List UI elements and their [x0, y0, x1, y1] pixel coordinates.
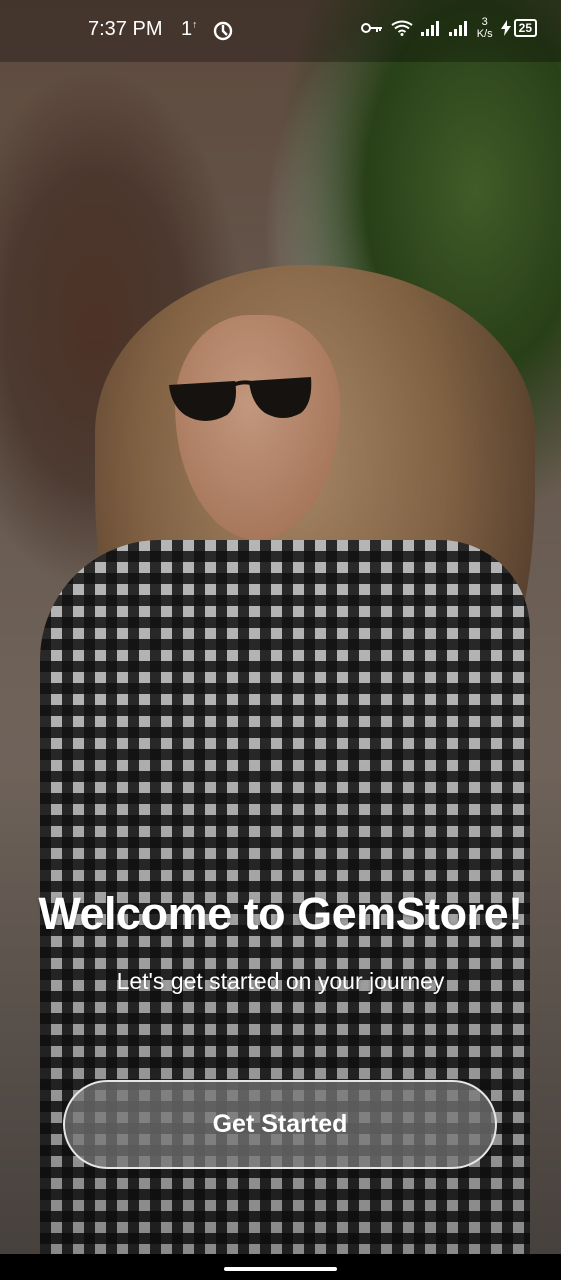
get-started-button[interactable]: Get Started	[63, 1080, 497, 1169]
battery-icon: 25	[513, 19, 537, 37]
home-indicator[interactable]	[224, 1267, 337, 1271]
notification-count: 1↑	[181, 18, 198, 40]
network-speed: 3 K/s	[476, 16, 493, 40]
status-bar: 7:37 PM 1↑ 3 K/s 25	[0, 0, 561, 62]
welcome-screen: 7:37 PM 1↑ 3 K/s 25 Welcome to GemStore!…	[0, 0, 561, 1280]
welcome-subtitle: Let's get started on your journey	[116, 968, 445, 994]
key-icon	[360, 23, 382, 33]
charging-icon	[500, 20, 511, 36]
signal-icon	[420, 21, 439, 36]
get-started-label: Get Started	[212, 1110, 348, 1138]
sync-icon	[213, 21, 233, 41]
status-time: 7:37 PM	[88, 18, 163, 40]
signal-icon	[448, 21, 467, 36]
notification-superscript-icon: ↑	[192, 19, 198, 31]
status-icons: 3 K/s 25	[360, 16, 537, 40]
battery-indicator: 25	[500, 19, 537, 37]
wifi-icon	[391, 20, 413, 36]
welcome-title: Welcome to GemStore!	[38, 888, 523, 939]
navigation-bar	[0, 1254, 561, 1280]
